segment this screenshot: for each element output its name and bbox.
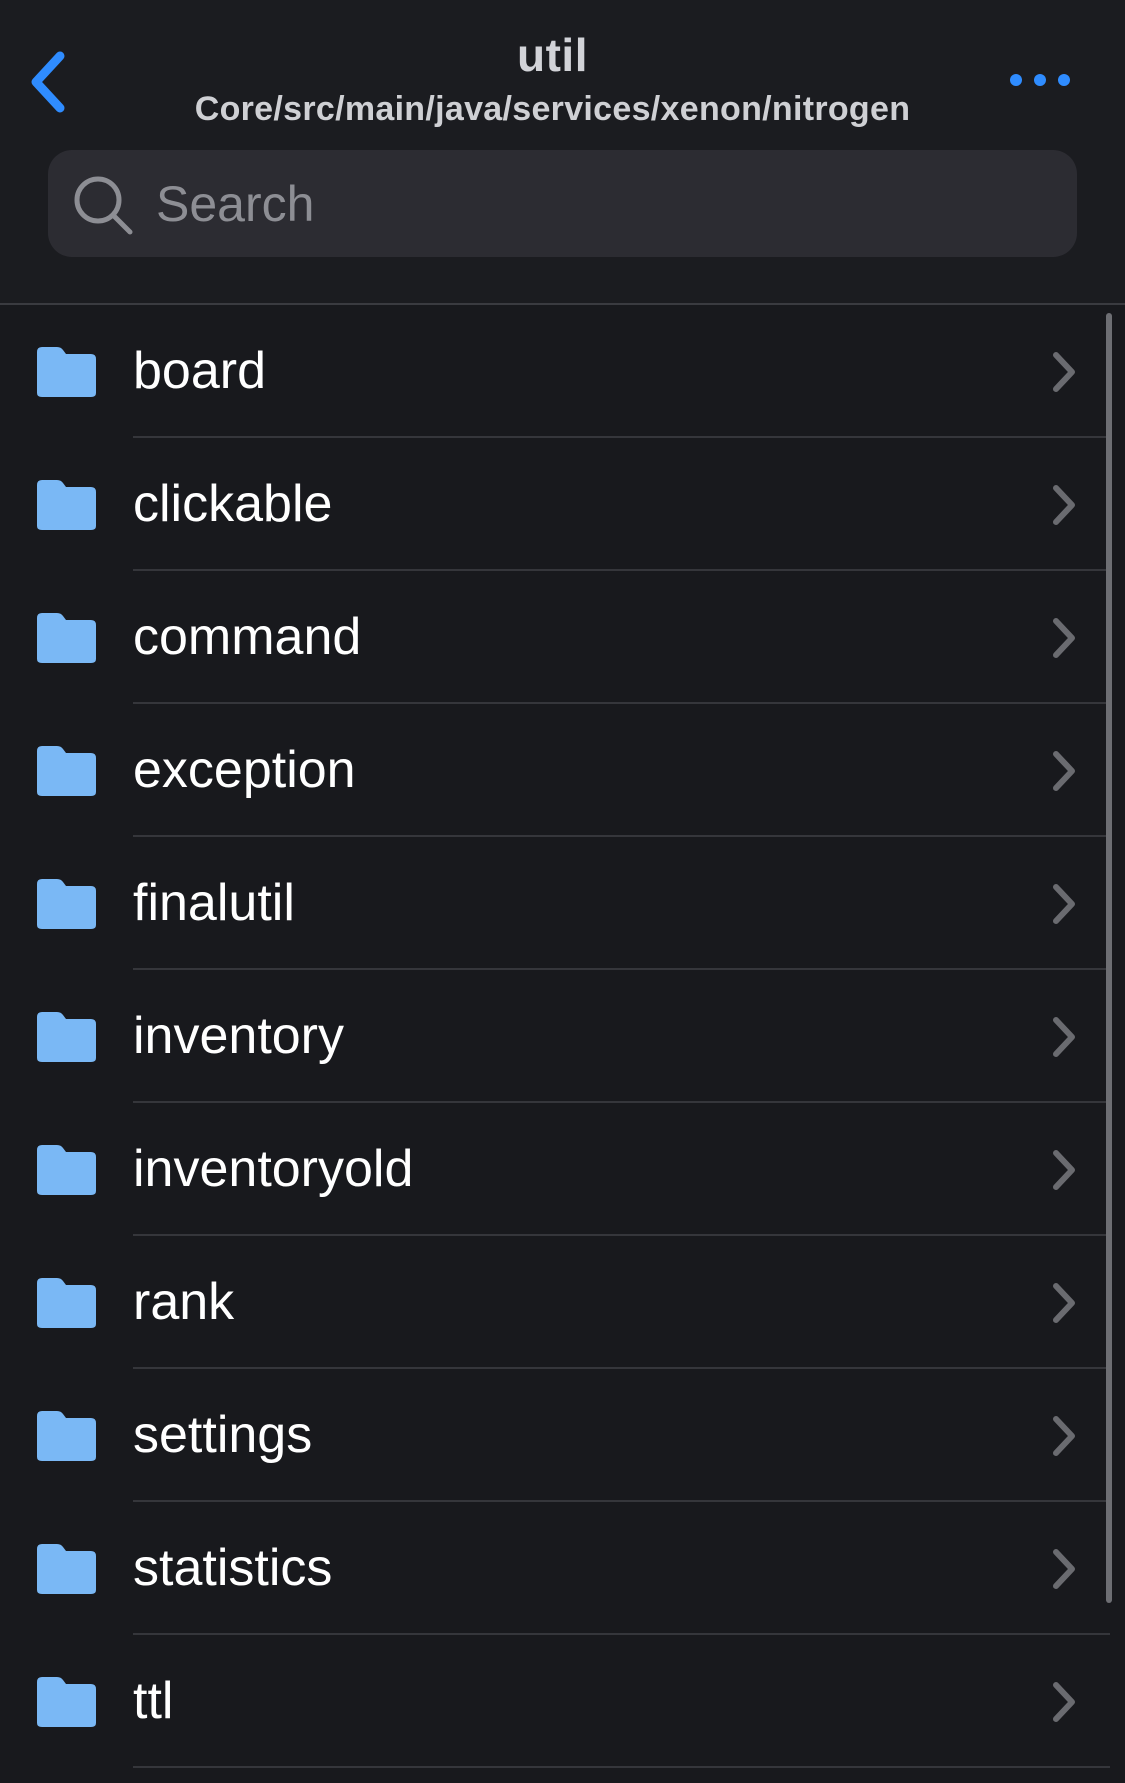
folder-icon (37, 1544, 96, 1594)
chevron-right-icon (1053, 618, 1075, 658)
list-item-finalutil[interactable]: finalutil (0, 837, 1110, 970)
chevron-right-icon (1053, 1283, 1075, 1323)
chevron-right-icon (1053, 1416, 1075, 1456)
more-options-button[interactable] (1000, 60, 1080, 100)
folder-icon (37, 1012, 96, 1062)
chevron-right-icon (1053, 884, 1075, 924)
chevron-right-icon (1053, 1017, 1075, 1057)
list-item-clickable[interactable]: clickable (0, 438, 1110, 571)
list-item-statistics[interactable]: statistics (0, 1502, 1110, 1635)
chevron-right-icon (1053, 1682, 1075, 1722)
list-item-board[interactable]: board (0, 305, 1110, 438)
search-input[interactable] (156, 150, 1036, 257)
list-item-inventoryold[interactable]: inventoryold (0, 1103, 1110, 1236)
folder-name: clickable (133, 475, 333, 533)
page-title: util (517, 29, 588, 81)
list-item-inventory[interactable]: inventory (0, 970, 1110, 1103)
scrollbar[interactable] (1106, 313, 1112, 1603)
search-bar[interactable] (48, 150, 1077, 257)
search-icon (74, 176, 133, 235)
chevron-right-icon (1053, 1549, 1075, 1589)
folder-icon (37, 1411, 96, 1461)
folder-name: rank (133, 1273, 235, 1331)
folder-path: Core/src/main/java/services/xenon/nitrog… (194, 90, 911, 128)
chevron-right-icon (1053, 352, 1075, 392)
folder-icon (37, 613, 96, 663)
folder-icon (37, 1278, 96, 1328)
folder-icon (37, 746, 96, 796)
chevron-right-icon (1053, 485, 1075, 525)
folder-icon (37, 1677, 96, 1727)
folder-name: inventory (133, 1007, 344, 1065)
list-item-ttl[interactable]: ttl (0, 1635, 1110, 1768)
chevron-right-icon (1053, 751, 1075, 791)
list-item-rank[interactable]: rank (0, 1236, 1110, 1369)
folder-name: command (133, 608, 362, 666)
folder-name: finalutil (133, 874, 295, 932)
row-separator (133, 1766, 1110, 1768)
chevron-right-icon (1053, 1150, 1075, 1190)
folder-name: board (133, 342, 266, 400)
folder-name: ttl (133, 1672, 174, 1730)
list-item-command[interactable]: command (0, 571, 1110, 704)
folder-name: settings (133, 1406, 313, 1464)
folder-icon (37, 347, 96, 397)
ellipsis-icon (1010, 74, 1070, 86)
folder-icon (37, 480, 96, 530)
folder-name: exception (133, 741, 356, 799)
folder-name: statistics (133, 1539, 333, 1597)
folder-list: board clickable command exception finalu… (0, 305, 1125, 1783)
navigation-header: util Core/src/main/java/services/xenon/n… (0, 0, 1125, 305)
folder-name: inventoryold (133, 1140, 414, 1198)
list-item-exception[interactable]: exception (0, 704, 1110, 837)
list-item-settings[interactable]: settings (0, 1369, 1110, 1502)
folder-icon (37, 1145, 96, 1195)
folder-icon (37, 879, 96, 929)
